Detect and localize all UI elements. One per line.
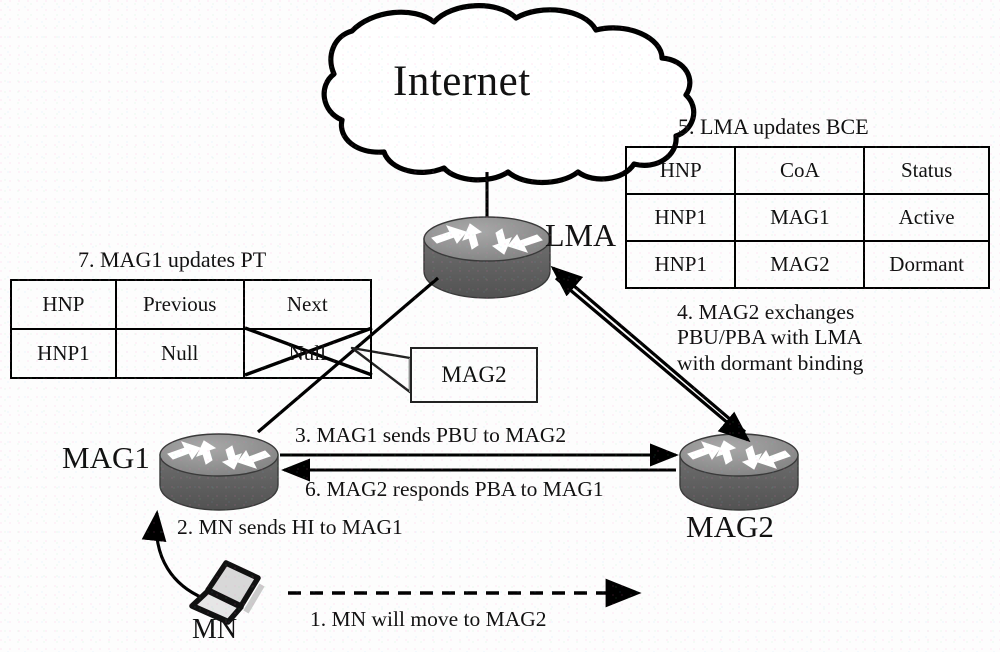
pt-cell-previous-1: Null: [114, 328, 245, 379]
bce-cell-coa-1: MAG1: [734, 193, 866, 242]
step6-annotation: 6. MAG2 responds PBA to MAG1: [305, 477, 604, 501]
pt-next-callout-box: MAG2: [410, 347, 538, 403]
bce-cell-hnp-2: HNP1: [624, 240, 737, 289]
bce-header-hnp: HNP: [624, 146, 737, 195]
pt-header-previous: Previous: [114, 279, 245, 330]
table-row: HNP1 MAG2 Dormant: [624, 240, 990, 289]
node-label-mag1: MAG1: [62, 440, 150, 475]
step4-line3: with dormant binding: [677, 350, 864, 375]
node-label-lma: LMA: [545, 217, 617, 253]
bce-header-coa: CoA: [734, 146, 866, 195]
bce-table: HNP CoA Status HNP1 MAG1 Active HNP1 MAG…: [624, 146, 990, 289]
table-header-row: HNP Previous Next: [10, 279, 373, 330]
step2-annotation: 2. MN sends HI to MAG1: [177, 515, 403, 539]
router-icon-mag2: [679, 433, 799, 511]
router-icon-mag1: [159, 433, 279, 511]
internet-cloud-label: Internet: [393, 58, 531, 105]
table-row: HNP1 Null Null: [10, 328, 373, 379]
table-row: HNP1 MAG1 Active: [624, 193, 990, 242]
pt-table-caption: 7. MAG1 updates PT: [78, 247, 267, 272]
pt-header-hnp: HNP: [10, 279, 117, 330]
bce-cell-hnp-1: HNP1: [624, 193, 737, 242]
step4-line2: PBU/PBA with LMA: [677, 325, 863, 350]
pt-cell-hnp-1: HNP1: [10, 328, 117, 379]
step4-annotation: 4. MAG2 exchanges PBU/PBA with LMA with …: [677, 300, 863, 376]
pt-header-next: Next: [242, 279, 373, 330]
bce-header-status: Status: [863, 146, 990, 195]
diagram-canvas: Internet LMA MAG1 MAG2 MN 5. LMA updates…: [0, 0, 1000, 652]
bce-table-caption: 5. LMA updates BCE: [678, 114, 869, 139]
node-label-mn: MN: [192, 614, 238, 645]
step4-line1: 4. MAG2 exchanges: [677, 300, 855, 324]
bce-cell-status-2: Dormant: [863, 240, 990, 289]
step1-annotation: 1. MN will move to MAG2: [310, 607, 547, 631]
bce-cell-coa-2: MAG2: [734, 240, 866, 289]
table-header-row: HNP CoA Status: [624, 146, 990, 195]
pt-cell-next-1: Null: [242, 328, 373, 379]
bce-cell-status-1: Active: [863, 193, 990, 242]
step3-annotation: 3. MAG1 sends PBU to MAG2: [295, 423, 567, 447]
pt-next-callout-label: MAG2: [441, 362, 507, 387]
pt-table: HNP Previous Next HNP1 Null Null: [10, 279, 373, 379]
router-icon-lma: [423, 216, 551, 299]
node-label-mag2: MAG2: [686, 509, 774, 544]
